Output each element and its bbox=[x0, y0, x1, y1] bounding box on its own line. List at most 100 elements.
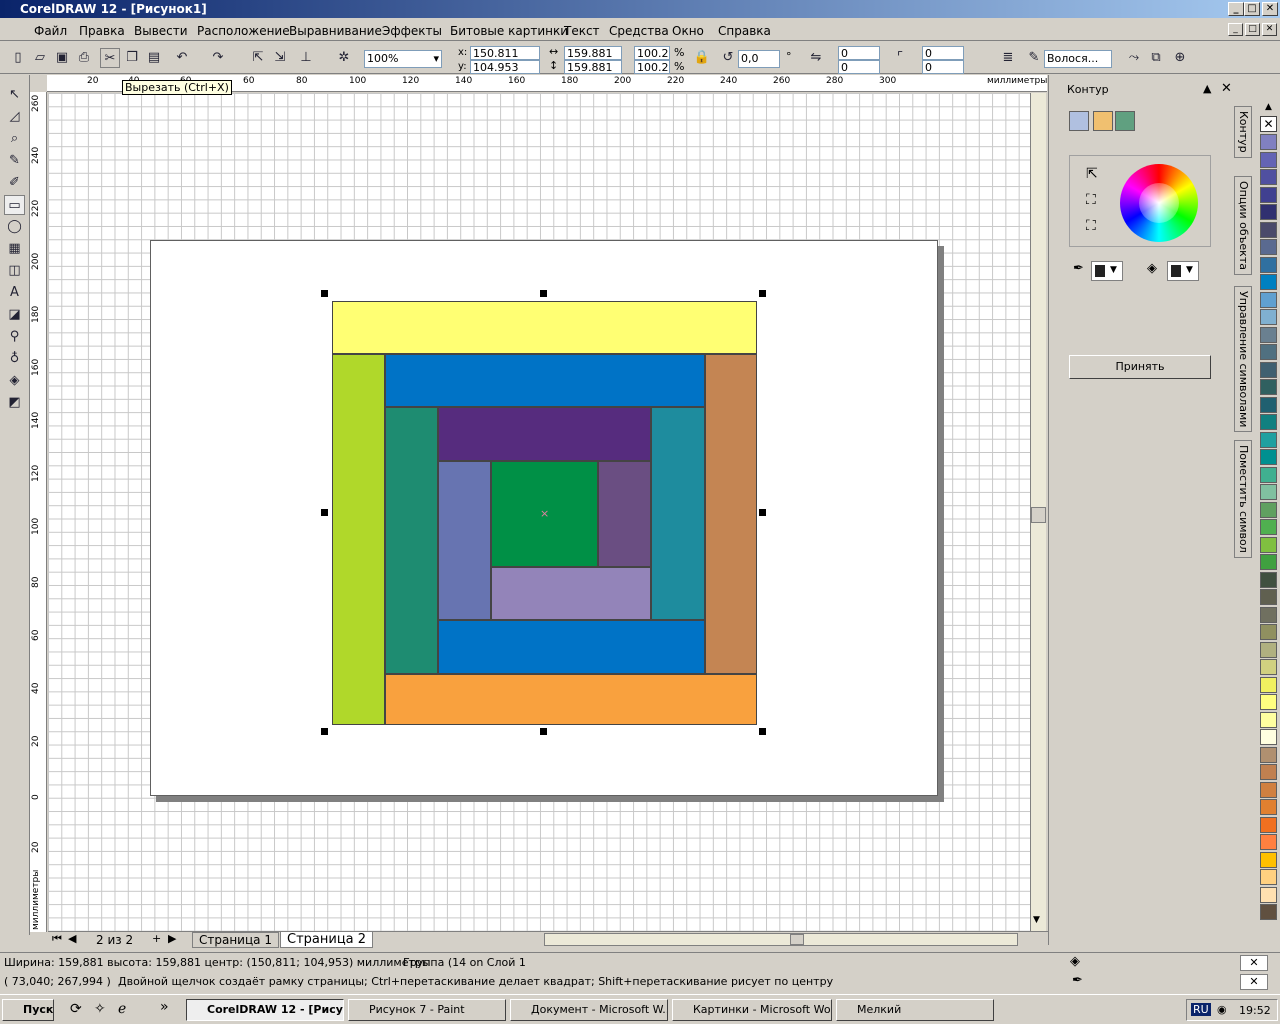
rect-periwinkle[interactable] bbox=[438, 461, 491, 620]
docker-close-icon[interactable]: ✕ bbox=[1221, 81, 1232, 96]
prev-page-icon[interactable]: ◀ bbox=[68, 932, 76, 945]
menu-text[interactable]: Текст bbox=[564, 24, 600, 38]
menu-tools[interactable]: Средства bbox=[609, 24, 669, 38]
rect-mauve[interactable] bbox=[598, 461, 651, 567]
outline-color-button[interactable]: ▼ bbox=[1091, 261, 1123, 281]
zoom-select[interactable]: 100% ▾ bbox=[364, 50, 442, 68]
export-icon[interactable]: ⇲ bbox=[270, 48, 290, 68]
tab-page-1[interactable]: Страница 1 bbox=[192, 932, 279, 948]
selection-handle[interactable] bbox=[321, 509, 328, 516]
corner-round-icon[interactable]: ⌜ bbox=[890, 48, 910, 68]
palette-swatch[interactable] bbox=[1260, 676, 1277, 693]
doc-minimize-button[interactable]: _ bbox=[1228, 23, 1243, 36]
smart-fill-tool-icon[interactable]: ✐ bbox=[4, 173, 25, 193]
rotate-icon[interactable]: ↺ bbox=[718, 48, 738, 68]
copy-icon[interactable]: ❐ bbox=[122, 48, 142, 68]
mirror-icon[interactable]: ⇋ bbox=[806, 48, 826, 68]
selection-handle[interactable] bbox=[540, 728, 547, 735]
cut-icon[interactable]: ✂ bbox=[100, 48, 120, 68]
palette-swatch[interactable] bbox=[1260, 414, 1277, 430]
palette-swatch[interactable] bbox=[1260, 291, 1277, 308]
doc-restore-button[interactable]: □ bbox=[1245, 23, 1260, 36]
task-paint[interactable]: Рисунок 7 - Paint bbox=[348, 999, 506, 1021]
palette-swatch[interactable] bbox=[1260, 799, 1277, 815]
quicklaunch-icon[interactable]: ✧ bbox=[94, 1001, 106, 1017]
tab-outline[interactable]: Контур bbox=[1234, 106, 1252, 158]
close-button[interactable]: ✕ bbox=[1262, 2, 1278, 16]
palette-swatch[interactable] bbox=[1260, 571, 1277, 588]
print-icon[interactable]: ⎙ bbox=[74, 48, 94, 68]
palette-up-icon[interactable]: ▲ bbox=[1260, 102, 1277, 114]
palette-swatch[interactable] bbox=[1260, 554, 1277, 570]
palette-swatch[interactable] bbox=[1260, 904, 1277, 920]
palette-swatch[interactable] bbox=[1260, 624, 1277, 640]
horizontal-scrollbar[interactable] bbox=[544, 933, 1018, 946]
first-page-icon[interactable]: ⏮ bbox=[52, 932, 62, 946]
scroll-thumb[interactable] bbox=[1031, 507, 1046, 523]
rect-brown[interactable] bbox=[705, 354, 757, 674]
interactive-fill-tool-icon[interactable]: ◩ bbox=[4, 393, 25, 413]
palette-swatch[interactable] bbox=[1260, 834, 1277, 850]
new-icon[interactable]: ▯ bbox=[8, 48, 28, 68]
tray-icon[interactable]: ◉ bbox=[1217, 1003, 1227, 1016]
ie-icon[interactable]: ℯ bbox=[118, 1001, 126, 1017]
menu-arrange[interactable]: Расположение bbox=[197, 24, 290, 38]
language-indicator[interactable]: RU bbox=[1191, 1003, 1211, 1016]
palette-swatch[interactable] bbox=[1260, 396, 1277, 413]
palette-swatch[interactable] bbox=[1260, 274, 1277, 290]
palette-swatch[interactable] bbox=[1260, 326, 1277, 343]
rect-purple[interactable] bbox=[438, 407, 651, 461]
tab-page-2[interactable]: Страница 2 bbox=[280, 931, 374, 948]
hscroll-thumb[interactable] bbox=[790, 934, 804, 945]
ellipse-tool-icon[interactable]: ◯ bbox=[4, 217, 25, 237]
tab-object-properties[interactable]: Опции объекта bbox=[1234, 176, 1252, 275]
palette-swatch[interactable] bbox=[1260, 151, 1277, 168]
selection-handle[interactable] bbox=[759, 509, 766, 516]
palette-swatch[interactable] bbox=[1260, 746, 1277, 763]
rect-cyan[interactable] bbox=[651, 407, 705, 620]
corner-1-field[interactable]: 0 bbox=[838, 46, 880, 60]
drawing-canvas[interactable]: × bbox=[48, 93, 1030, 931]
quicklaunch-icon[interactable]: ⟳ bbox=[70, 1001, 82, 1017]
start-button[interactable]: Пуск bbox=[2, 999, 54, 1021]
unlock-color-icon[interactable]: ⛶ bbox=[1086, 218, 1096, 234]
task-word-pictures[interactable]: Картинки - Microsoft Word bbox=[672, 999, 832, 1021]
palette-swatch[interactable] bbox=[1260, 694, 1277, 710]
palette-swatch[interactable] bbox=[1260, 344, 1277, 360]
interactive-tool-icon[interactable]: ◪ bbox=[4, 305, 25, 325]
palette-swatch[interactable] bbox=[1260, 361, 1277, 378]
menu-effects[interactable]: Эффекты bbox=[382, 24, 442, 38]
scale-x-field[interactable]: 100.2 bbox=[634, 46, 670, 60]
palette-swatch[interactable] bbox=[1260, 309, 1277, 325]
vertical-scrollbar[interactable]: ▼ bbox=[1030, 93, 1046, 931]
corner-3-field[interactable]: 0 bbox=[922, 46, 964, 60]
minimize-button[interactable]: _ bbox=[1228, 2, 1244, 16]
menu-bitmaps[interactable]: Битовые картинки bbox=[450, 24, 568, 38]
palette-swatch[interactable] bbox=[1260, 186, 1277, 203]
task-coreldraw[interactable]: CorelDRAW 12 - [Рису... bbox=[186, 999, 344, 1021]
palette-swatch[interactable] bbox=[1260, 851, 1277, 868]
palette-swatch[interactable] bbox=[1260, 221, 1277, 238]
palette-swatch[interactable] bbox=[1260, 239, 1277, 255]
palette-swatch[interactable] bbox=[1260, 886, 1277, 903]
palette-swatch[interactable] bbox=[1260, 204, 1277, 220]
x-position-field[interactable]: 150.811 mm bbox=[470, 46, 540, 73]
pick-tool-icon[interactable]: ↖ bbox=[4, 85, 25, 105]
wrap-text-icon[interactable]: ≣ bbox=[998, 48, 1018, 68]
palette-swatch[interactable] bbox=[1260, 169, 1277, 185]
last-page-icon[interactable]: ▶ bbox=[168, 932, 176, 945]
rect-lime[interactable] bbox=[332, 354, 385, 725]
task-folder[interactable]: Мелкий bbox=[836, 999, 994, 1021]
palette-swatch[interactable] bbox=[1260, 606, 1277, 623]
lock-color-icon[interactable]: ⛶ bbox=[1086, 192, 1096, 208]
menu-edit[interactable]: Правка bbox=[79, 24, 125, 38]
height-field[interactable]: 159.881 mr bbox=[564, 60, 622, 87]
corner-2-field[interactable]: 0 bbox=[838, 60, 880, 74]
palette-swatch[interactable] bbox=[1260, 729, 1277, 745]
outline-mode-2-icon[interactable] bbox=[1093, 111, 1113, 131]
rect-blue-top[interactable] bbox=[385, 354, 705, 407]
paste-icon[interactable]: ▤ bbox=[144, 48, 164, 68]
menu-view[interactable]: Вывести bbox=[134, 24, 188, 38]
selection-handle[interactable] bbox=[540, 290, 547, 297]
graph-paper-tool-icon[interactable]: ▦ bbox=[4, 239, 25, 259]
